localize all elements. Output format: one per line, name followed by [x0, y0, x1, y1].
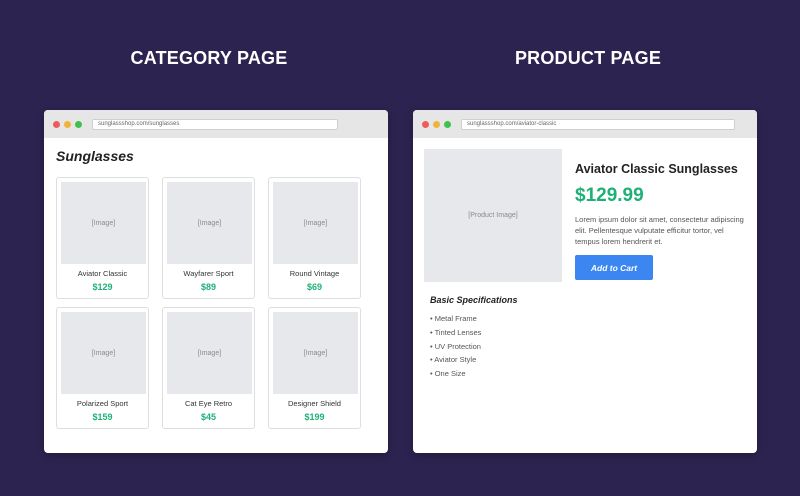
browser-toolbar: sunglassshop.com/aviator-classic: [413, 110, 757, 138]
spec-item: • One Size: [430, 369, 466, 379]
category-browser-window: sunglassshop.com/sunglasses Sunglasses […: [44, 110, 388, 453]
product-image-placeholder: [Image]: [167, 312, 252, 394]
specifications-heading: Basic Specifications: [430, 295, 518, 305]
spec-item: • Tinted Lenses: [430, 327, 482, 337]
product-image-placeholder: [Product Image]: [424, 149, 562, 282]
product-price: $199: [304, 412, 325, 422]
browser-toolbar: sunglassshop.com/sunglasses: [44, 110, 388, 138]
product-image-placeholder: [Image]: [61, 312, 146, 394]
product-card[interactable]: [Image] Wayfarer Sport $89: [162, 177, 255, 299]
address-bar[interactable]: sunglassshop.com/aviator-classic: [461, 118, 735, 130]
close-window-icon[interactable]: [53, 120, 60, 128]
product-name: Aviator Classic: [77, 269, 128, 278]
category-heading: Sunglasses: [56, 148, 134, 164]
product-page-title: PRODUCT PAGE: [514, 48, 662, 68]
product-name: Designer Shield: [288, 399, 341, 408]
product-price: $69: [306, 282, 323, 292]
product-card[interactable]: [Image] Cat Eye Retro $45: [162, 307, 255, 429]
product-title: Aviator Classic Sunglasses: [575, 162, 738, 176]
product-card[interactable]: [Image] Aviator Classic $129: [56, 177, 149, 299]
minimize-window-icon[interactable]: [433, 120, 440, 128]
maximize-window-icon[interactable]: [75, 120, 82, 128]
spec-item: • UV Protection: [430, 341, 481, 351]
product-image-placeholder: [Image]: [61, 182, 146, 264]
product-name: Round Vintage: [289, 269, 340, 278]
product-card[interactable]: [Image] Designer Shield $199: [268, 307, 361, 429]
address-bar[interactable]: sunglassshop.com/sunglasses: [92, 118, 338, 130]
maximize-window-icon[interactable]: [444, 120, 451, 128]
product-name: Polarized Sport: [76, 399, 129, 408]
product-price: $89: [200, 282, 217, 292]
product-image-placeholder: [Image]: [273, 182, 358, 264]
product-description: Lorem ipsum dolor sit amet, consectetur …: [575, 215, 744, 246]
category-page-title: CATEGORY PAGE: [130, 48, 288, 68]
product-grid: [Image] Aviator Classic $129 [Image] Way…: [56, 177, 361, 429]
product-card[interactable]: [Image] Round Vintage $69: [268, 177, 361, 299]
minimize-window-icon[interactable]: [64, 120, 71, 128]
spec-item: • Metal Frame: [430, 314, 477, 323]
product-info: Aviator Classic Sunglasses $129.99 Lorem…: [575, 162, 747, 280]
specifications-list: • Metal Frame • Tinted Lenses • UV Prote…: [430, 312, 481, 381]
product-card[interactable]: [Image] Polarized Sport $159: [56, 307, 149, 429]
add-to-cart-button[interactable]: Add to Cart: [575, 255, 653, 280]
product-name: Cat Eye Retro: [184, 399, 233, 408]
spec-item: • Aviator Style: [430, 355, 477, 365]
product-price: $129: [92, 282, 113, 292]
product-browser-window: sunglassshop.com/aviator-classic [Produc…: [413, 110, 757, 453]
product-price: $129.99: [575, 185, 644, 206]
close-window-icon[interactable]: [422, 120, 429, 128]
product-name: Wayfarer Sport: [183, 269, 234, 278]
product-image-placeholder: [Image]: [167, 182, 252, 264]
product-price: $159: [92, 412, 113, 422]
product-image-placeholder: [Image]: [273, 312, 358, 394]
product-price: $45: [200, 412, 217, 422]
